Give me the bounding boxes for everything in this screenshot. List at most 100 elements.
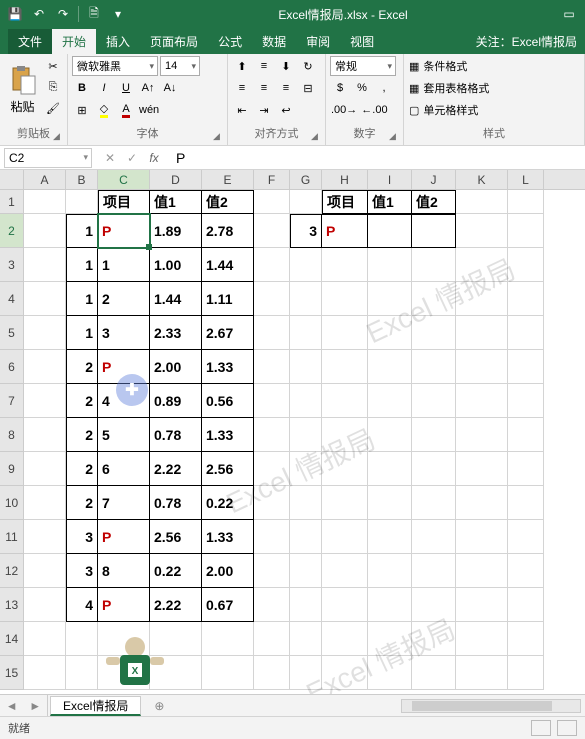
cell-F8[interactable]	[254, 418, 290, 452]
cell-A5[interactable]	[24, 316, 66, 350]
cell-A4[interactable]	[24, 282, 66, 316]
cell-I11[interactable]	[368, 520, 412, 554]
cell-D1[interactable]: 值1	[150, 190, 202, 214]
fill-handle[interactable]	[146, 244, 152, 250]
cell-B8[interactable]: 2	[66, 418, 98, 452]
comma-icon[interactable]: ,	[374, 78, 394, 98]
fill-color-icon[interactable]: ◇	[94, 100, 114, 120]
col-header-D[interactable]: D	[150, 170, 202, 189]
font-name-combo[interactable]: 微软雅黑	[72, 56, 158, 76]
row-header-14[interactable]: 14	[0, 622, 23, 656]
wrap-text-icon[interactable]: ↩	[276, 100, 296, 120]
cell-J11[interactable]	[412, 520, 456, 554]
cell-A3[interactable]	[24, 248, 66, 282]
col-header-B[interactable]: B	[66, 170, 98, 189]
horizontal-scrollbar[interactable]	[401, 699, 581, 713]
row-header-11[interactable]: 11	[0, 520, 23, 554]
cells-area[interactable]: 项目值1值2项目值1值21P1.892.783P111.001.44121.44…	[24, 190, 585, 694]
tab-insert[interactable]: 插入	[96, 29, 140, 54]
cell-A6[interactable]	[24, 350, 66, 384]
col-header-L[interactable]: L	[508, 170, 544, 189]
col-header-K[interactable]: K	[456, 170, 508, 189]
cell-B6[interactable]: 2	[66, 350, 98, 384]
cell-H5[interactable]	[322, 316, 368, 350]
cell-K8[interactable]	[456, 418, 508, 452]
cell-K12[interactable]	[456, 554, 508, 588]
cell-L12[interactable]	[508, 554, 544, 588]
fx-icon[interactable]: fx	[144, 151, 164, 165]
tab-file[interactable]: 文件	[8, 29, 52, 54]
tab-home[interactable]: 开始	[52, 29, 96, 54]
cell-L10[interactable]	[508, 486, 544, 520]
cell-L2[interactable]	[508, 214, 544, 248]
col-header-E[interactable]: E	[202, 170, 254, 189]
cell-E14[interactable]	[202, 622, 254, 656]
cell-H9[interactable]	[322, 452, 368, 486]
col-header-F[interactable]: F	[254, 170, 290, 189]
decrease-indent-icon[interactable]: ⇤	[232, 100, 252, 120]
cell-J5[interactable]	[412, 316, 456, 350]
increase-indent-icon[interactable]: ⇥	[254, 100, 274, 120]
cell-K11[interactable]	[456, 520, 508, 554]
cell-J12[interactable]	[412, 554, 456, 588]
decrease-font-icon[interactable]: A↓	[160, 78, 180, 98]
font-launcher-icon[interactable]: ◢	[213, 131, 225, 143]
cell-J14[interactable]	[412, 622, 456, 656]
name-box[interactable]: C2	[4, 148, 92, 168]
merge-icon[interactable]: ⊟	[298, 78, 318, 98]
row-header-2[interactable]: 2	[0, 214, 23, 248]
cell-H11[interactable]	[322, 520, 368, 554]
cell-J10[interactable]	[412, 486, 456, 520]
row-header-13[interactable]: 13	[0, 588, 23, 622]
row-header-5[interactable]: 5	[0, 316, 23, 350]
row-header-6[interactable]: 6	[0, 350, 23, 384]
cell-E10[interactable]: 0.22	[202, 486, 254, 520]
enter-icon[interactable]: ✓	[122, 151, 142, 165]
cell-L11[interactable]	[508, 520, 544, 554]
cell-J13[interactable]	[412, 588, 456, 622]
cell-E6[interactable]: 1.33	[202, 350, 254, 384]
cell-J6[interactable]	[412, 350, 456, 384]
ribbon-options-icon[interactable]: ▭	[557, 2, 581, 26]
cell-F6[interactable]	[254, 350, 290, 384]
sheet-tab[interactable]: Excel情报局	[50, 696, 141, 716]
cell-H3[interactable]	[322, 248, 368, 282]
cell-I6[interactable]	[368, 350, 412, 384]
sheet-nav[interactable]: ◄►	[0, 695, 48, 716]
sheet-prev-icon[interactable]: ◄	[6, 699, 18, 713]
align-launcher-icon[interactable]: ◢	[311, 131, 323, 143]
cell-J3[interactable]	[412, 248, 456, 282]
format-painter-icon[interactable]: 🖌	[43, 98, 63, 118]
cell-L9[interactable]	[508, 452, 544, 486]
bold-button[interactable]: B	[72, 78, 92, 98]
tab-data[interactable]: 数据	[252, 29, 296, 54]
cell-I3[interactable]	[368, 248, 412, 282]
cell-C3[interactable]: 1	[98, 248, 150, 282]
cell-C12[interactable]: 8	[98, 554, 150, 588]
cell-D2[interactable]: 1.89	[150, 214, 202, 248]
tab-formula[interactable]: 公式	[208, 29, 252, 54]
cell-D8[interactable]: 0.78	[150, 418, 202, 452]
row-header-9[interactable]: 9	[0, 452, 23, 486]
cell-I1[interactable]: 值1	[368, 190, 412, 214]
worksheet-grid[interactable]: ABCDEFGHIJKL 123456789101112131415 项目值1值…	[0, 170, 585, 694]
cell-F13[interactable]	[254, 588, 290, 622]
cell-H13[interactable]	[322, 588, 368, 622]
cell-F1[interactable]	[254, 190, 290, 214]
cell-C4[interactable]: 2	[98, 282, 150, 316]
increase-decimal-icon[interactable]: .00→	[330, 100, 358, 120]
cell-G6[interactable]	[290, 350, 322, 384]
phonetic-icon[interactable]: wén	[138, 100, 160, 120]
cell-B12[interactable]: 3	[66, 554, 98, 588]
increase-font-icon[interactable]: A↑	[138, 78, 158, 98]
copy-icon[interactable]: ⎘	[43, 77, 63, 97]
cell-G14[interactable]	[290, 622, 322, 656]
cell-I5[interactable]	[368, 316, 412, 350]
cell-H12[interactable]	[322, 554, 368, 588]
cell-D12[interactable]: 0.22	[150, 554, 202, 588]
col-header-A[interactable]: A	[24, 170, 66, 189]
cell-E1[interactable]: 值2	[202, 190, 254, 214]
cell-H7[interactable]	[322, 384, 368, 418]
cell-D11[interactable]: 2.56	[150, 520, 202, 554]
cell-B13[interactable]: 4	[66, 588, 98, 622]
